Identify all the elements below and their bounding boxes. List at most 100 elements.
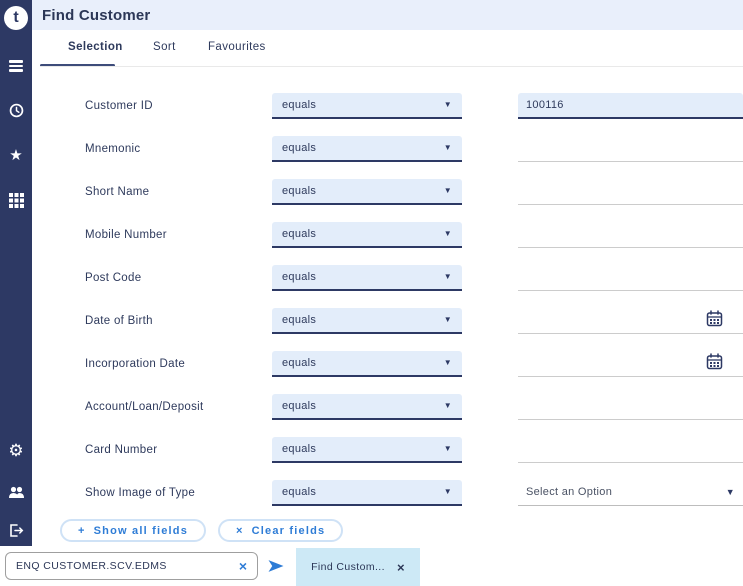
value-cell — [518, 308, 743, 334]
send-command-icon[interactable] — [263, 554, 289, 578]
open-screen-tab[interactable]: Find Custom... × — [296, 548, 420, 586]
operator-select[interactable]: equals ▼ — [272, 308, 462, 334]
command-text: ENQ CUSTOMER.SCV.EDMS — [16, 560, 167, 572]
command-input[interactable]: ENQ CUSTOMER.SCV.EDMS × — [5, 552, 258, 580]
operator-value: equals — [282, 400, 316, 412]
field-label: Date of Birth — [85, 315, 153, 327]
close-icon: × — [236, 525, 244, 537]
field-label: Post Code — [85, 272, 141, 284]
page-header: Find Customer — [32, 0, 743, 30]
chevron-down-icon: ▼ — [444, 272, 452, 281]
chevron-down-icon: ▼ — [444, 186, 452, 195]
chevron-down-icon: ▼ — [444, 401, 452, 410]
operator-value: equals — [282, 314, 316, 326]
field-label: Customer ID — [85, 100, 153, 112]
operator-value: equals — [282, 486, 316, 498]
chevron-down-icon: ▼ — [444, 487, 452, 496]
users-icon[interactable] — [0, 482, 32, 502]
operator-select[interactable]: equals ▼ — [272, 437, 462, 463]
value-cell — [518, 394, 743, 420]
show-all-fields-button[interactable]: + Show all fields — [60, 519, 206, 542]
star-glyph: ★ — [9, 148, 22, 163]
history-icon[interactable] — [0, 100, 32, 120]
chevron-down-icon: ▼ — [444, 444, 452, 453]
clear-command-icon[interactable]: × — [239, 558, 247, 574]
sidebar: t ★ ⚙ — [0, 0, 32, 546]
operator-select[interactable]: equals ▼ — [272, 222, 462, 248]
field-label: Incorporation Date — [85, 358, 185, 370]
send-arrow-glyph — [265, 556, 287, 576]
value-cell — [518, 351, 743, 377]
form-row-customer-id: Customer ID equals ▼ — [32, 84, 743, 127]
chevron-down-icon: ▼ — [726, 487, 735, 497]
menu-icon[interactable] — [0, 56, 32, 76]
field-label: Card Number — [85, 444, 157, 456]
card-number-input[interactable] — [518, 437, 743, 463]
mobile-number-input[interactable] — [518, 222, 743, 248]
operator-select[interactable]: equals ▼ — [272, 93, 462, 119]
operator-select[interactable]: equals ▼ — [272, 179, 462, 205]
command-bar: ENQ CUSTOMER.SCV.EDMS × Find Custom... × — [0, 546, 743, 586]
short-name-input[interactable] — [518, 179, 743, 205]
operator-select[interactable]: equals ▼ — [272, 351, 462, 377]
operator-value: equals — [282, 228, 316, 240]
operator-value: equals — [282, 99, 316, 111]
close-tab-icon[interactable]: × — [397, 560, 405, 575]
value-cell: Select an Option ▼ — [518, 480, 743, 506]
value-cell — [518, 93, 743, 119]
find-customer-screen: t ★ ⚙ — [0, 0, 743, 586]
field-label: Account/Loan/Deposit — [85, 401, 204, 413]
logout-glyph — [8, 523, 24, 538]
select-placeholder: Select an Option — [526, 486, 612, 498]
mnemonic-input[interactable] — [518, 136, 743, 162]
tab-favourites[interactable]: Favourites — [208, 30, 266, 65]
tab-selection[interactable]: Selection — [68, 30, 123, 65]
calendar-icon[interactable] — [706, 310, 723, 327]
form-row-card-number: Card Number equals ▼ — [32, 428, 743, 471]
field-label: Show Image of Type — [85, 487, 195, 499]
form-row-mnemonic: Mnemonic equals ▼ — [32, 127, 743, 170]
chevron-down-icon: ▼ — [444, 229, 452, 238]
value-cell — [518, 265, 743, 291]
value-cell — [518, 136, 743, 162]
selection-form: Customer ID equals ▼ Mnemonic equals ▼ S… — [32, 84, 743, 514]
field-label: Mobile Number — [85, 229, 167, 241]
operator-value: equals — [282, 185, 316, 197]
temenos-logo[interactable]: t — [4, 6, 28, 30]
hamburger-bars — [9, 58, 23, 74]
clear-fields-button[interactable]: × Clear fields — [218, 519, 343, 542]
apps-grid-icon[interactable] — [0, 190, 32, 210]
operator-value: equals — [282, 357, 316, 369]
clear-fields-label: Clear fields — [252, 525, 326, 537]
operator-value: equals — [282, 271, 316, 283]
page-title: Find Customer — [42, 7, 150, 24]
operator-value: equals — [282, 142, 316, 154]
operator-select[interactable]: equals ▼ — [272, 136, 462, 162]
users-glyph — [8, 485, 25, 500]
chevron-down-icon: ▼ — [444, 358, 452, 367]
operator-select[interactable]: equals ▼ — [272, 394, 462, 420]
history-clock-glyph — [8, 102, 25, 119]
operator-value: equals — [282, 443, 316, 455]
form-row-incorporation-date: Incorporation Date equals ▼ — [32, 342, 743, 385]
tab-sort[interactable]: Sort — [153, 30, 176, 65]
favourites-icon[interactable]: ★ — [0, 145, 32, 165]
value-cell — [518, 437, 743, 463]
operator-select[interactable]: equals ▼ — [272, 265, 462, 291]
settings-gear-icon[interactable]: ⚙ — [0, 440, 32, 460]
value-cell — [518, 179, 743, 205]
plus-icon: + — [78, 525, 86, 537]
calendar-icon[interactable] — [706, 353, 723, 370]
form-row-account-loan-deposit: Account/Loan/Deposit equals ▼ — [32, 385, 743, 428]
chevron-down-icon: ▼ — [444, 315, 452, 324]
post-code-input[interactable] — [518, 265, 743, 291]
operator-select[interactable]: equals ▼ — [272, 480, 462, 506]
account-loan-deposit-input[interactable] — [518, 394, 743, 420]
field-label: Mnemonic — [85, 143, 140, 155]
customer-id-input[interactable] — [518, 93, 743, 119]
logout-icon[interactable] — [0, 520, 32, 540]
image-type-select[interactable]: Select an Option ▼ — [518, 480, 743, 506]
open-screen-tab-label: Find Custom... — [311, 561, 385, 573]
tab-bar: Selection Sort Favourites — [32, 30, 743, 66]
chevron-down-icon: ▼ — [444, 100, 452, 109]
